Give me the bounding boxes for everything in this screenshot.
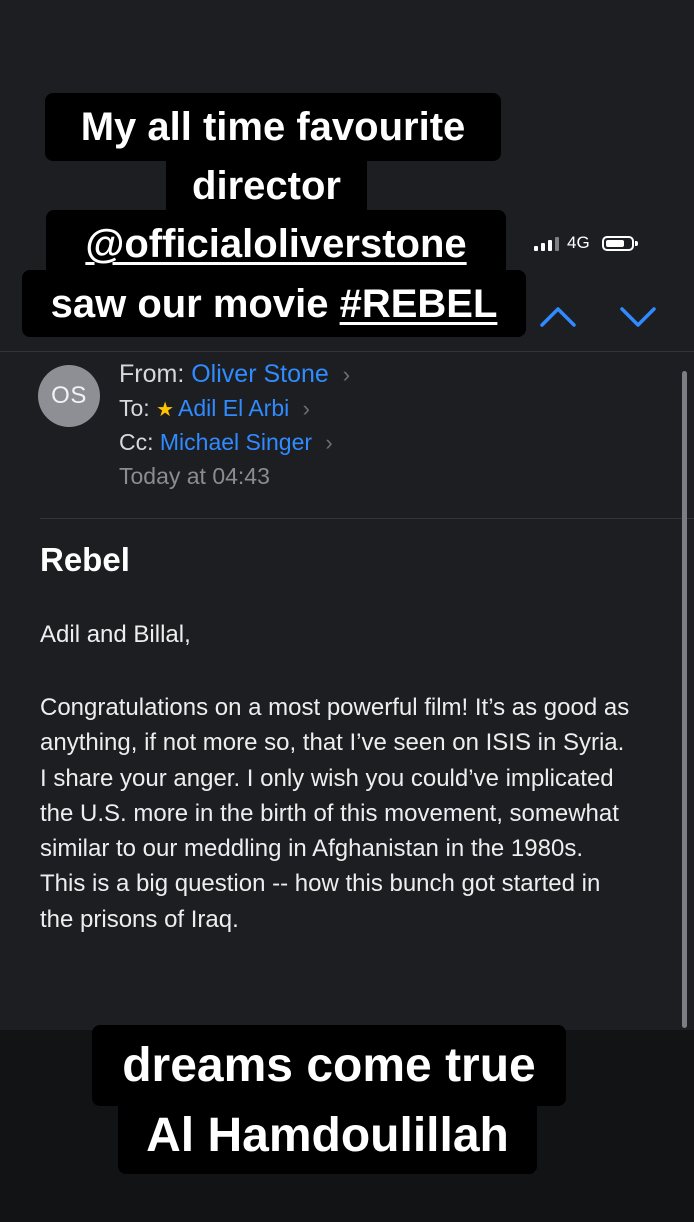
story-bottom-caption-line-2: Al Hamdoulillah bbox=[118, 1097, 537, 1174]
chevron-down-icon bbox=[620, 307, 656, 327]
to-label: To: bbox=[119, 395, 150, 421]
status-bar: 4G bbox=[534, 232, 638, 254]
story-bottom-line-2-text: Al Hamdoulillah bbox=[146, 1108, 509, 1162]
mention-link[interactable]: @officialoliverstone bbox=[85, 224, 466, 264]
story-bottom-caption-line-1: dreams come true bbox=[92, 1025, 566, 1106]
email-body: Congratulations on a most powerful film!… bbox=[40, 694, 630, 933]
battery-icon bbox=[601, 235, 638, 251]
story-bottom-line-1-text: dreams come true bbox=[122, 1038, 536, 1092]
previous-message-button[interactable] bbox=[538, 302, 578, 330]
chevron-right-icon: › bbox=[325, 430, 333, 455]
network-label: 4G bbox=[567, 233, 590, 252]
to-row: To: ★ Adil El Arbi › bbox=[119, 395, 310, 421]
email-date: Today at 04:43 bbox=[119, 463, 270, 489]
cc-label: Cc: bbox=[119, 429, 154, 455]
email-subject: Rebel bbox=[40, 541, 130, 578]
chevron-up-icon bbox=[540, 307, 576, 327]
email-greeting: Adil and Billal, bbox=[40, 621, 191, 648]
from-name-link[interactable]: Oliver Stone bbox=[191, 360, 329, 388]
story-caption-line-4: saw our movie #REBEL bbox=[22, 270, 526, 337]
to-name-link[interactable]: Adil El Arbi bbox=[178, 395, 289, 421]
story-caption-line-3: @officialoliverstone bbox=[46, 210, 506, 278]
signal-icon bbox=[534, 236, 559, 251]
hashtag-link[interactable]: #REBEL bbox=[340, 284, 498, 324]
story-caption-line-1-text: My all time favourite bbox=[80, 105, 466, 149]
cc-row: Cc: Michael Singer › bbox=[119, 431, 333, 454]
sender-avatar[interactable]: OS bbox=[38, 365, 100, 427]
chevron-right-icon: › bbox=[342, 362, 351, 387]
from-label: From: bbox=[119, 360, 185, 388]
header-divider bbox=[0, 351, 694, 352]
story-caption-line-2-text: director bbox=[192, 164, 341, 208]
next-message-button[interactable] bbox=[618, 302, 658, 330]
from-row: From: Oliver Stone › bbox=[119, 362, 350, 387]
body-divider bbox=[40, 518, 694, 519]
star-icon: ★ bbox=[156, 399, 175, 421]
vertical-scrollbar[interactable] bbox=[682, 371, 687, 1028]
story-caption-prefix: saw our movie bbox=[50, 281, 340, 326]
avatar-initials: OS bbox=[51, 382, 87, 409]
cc-name-link[interactable]: Michael Singer bbox=[160, 429, 312, 455]
chevron-right-icon: › bbox=[302, 396, 310, 421]
story-caption-line-1: My all time favourite bbox=[45, 93, 501, 161]
